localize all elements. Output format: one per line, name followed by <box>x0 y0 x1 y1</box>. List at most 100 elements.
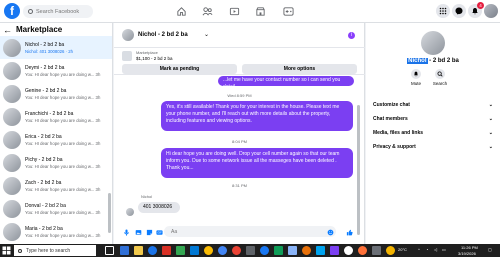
app-icon[interactable] <box>274 246 283 255</box>
mute-button[interactable] <box>411 69 421 79</box>
clock-date[interactable]: 3/19/2026 <box>458 251 476 256</box>
avatar[interactable] <box>122 29 134 41</box>
app-icon[interactable] <box>162 246 171 255</box>
home-icon[interactable] <box>174 4 188 18</box>
app-icon[interactable] <box>344 246 353 255</box>
conversation-name: Erica - 2 bd 2 ba <box>25 133 62 140</box>
conversation-item[interactable]: Nichol - 2 bd 2 ba Nichol: 401 3008026 · … <box>0 36 112 59</box>
messenger-icon[interactable] <box>452 4 466 18</box>
message-bubble: Hi dear hope you are doing well. Drop yo… <box>161 148 353 178</box>
conversation-preview: Nichol: 401 3008026 · 2h <box>25 48 74 54</box>
listing-thumbnail[interactable] <box>122 51 132 61</box>
image-icon[interactable] <box>134 228 142 236</box>
conversation-preview: You: HI dear hope you are doing w... 3h <box>25 94 101 100</box>
avatar <box>3 199 21 218</box>
avatar[interactable] <box>421 31 445 55</box>
battery-icon[interactable]: ▭ <box>442 247 446 252</box>
file-explorer-icon[interactable] <box>134 246 143 255</box>
temperature[interactable]: 20°C <box>398 247 407 252</box>
conversation-item[interactable]: Deymi - 2 bd 2 ba You: HI dear hope you a… <box>0 59 112 82</box>
listing-banner: Marketplace $1,100 - 2 bd 2 ba Mark as p… <box>114 48 365 75</box>
customize-chat-section[interactable]: Customize chat ⌄ <box>373 99 493 111</box>
contact-name-rest: - 2 bd 2 ba <box>427 58 459 64</box>
app-icon[interactable] <box>232 246 241 255</box>
chat-scrollbar[interactable] <box>357 105 360 235</box>
section-label: Chat members <box>373 116 408 122</box>
weather-icon[interactable] <box>386 246 395 255</box>
menu-grid-icon[interactable] <box>436 4 450 18</box>
mic-icon[interactable] <box>122 228 130 236</box>
chat-header: Nichol - 2 bd 2 ba ⌄ i <box>114 23 365 48</box>
app-icon[interactable] <box>260 246 269 255</box>
app-icon[interactable] <box>204 246 213 255</box>
chevron-down-icon[interactable]: ⌄ <box>204 31 209 38</box>
app-icon[interactable] <box>330 246 339 255</box>
mark-pending-button[interactable]: Mark as pending <box>122 64 237 74</box>
watch-icon[interactable] <box>227 4 241 18</box>
notification-center-icon[interactable]: ▢ <box>488 247 492 252</box>
avatar <box>3 38 21 57</box>
app-icon[interactable] <box>372 246 381 255</box>
bell-icon <box>414 71 418 77</box>
gif-icon[interactable]: GIF <box>155 228 163 236</box>
media-files-section[interactable]: Media, files and links ⌄ <box>373 127 493 139</box>
conversation-item[interactable]: Erica - 2 bd 2 ba You: HI dear hope you a… <box>0 128 112 151</box>
privacy-support-section[interactable]: Privacy & support ⌄ <box>373 141 493 153</box>
timestamp: Wed 8:59 PM <box>227 93 252 98</box>
notification-badge: 4 <box>477 2 484 9</box>
notifications-icon[interactable]: 4 <box>468 2 484 18</box>
conversation-preview: You: HI dear hope you are doing w... 3h <box>25 209 101 215</box>
tray-chevron-icon[interactable]: ^ <box>418 247 420 252</box>
svg-text:GIF: GIF <box>157 230 162 234</box>
marketplace-icon[interactable] <box>253 4 267 18</box>
app-icon[interactable] <box>302 246 311 255</box>
back-arrow-icon[interactable]: ← <box>3 25 12 35</box>
gaming-icon[interactable] <box>281 4 295 18</box>
more-options-button[interactable]: More options <box>242 64 357 74</box>
like-icon[interactable] <box>345 228 353 236</box>
conversation-item[interactable]: Franchichi - 2 bd 2 ba You: HI dear hope … <box>0 105 112 128</box>
sticker-icon[interactable] <box>145 228 153 236</box>
account-avatar[interactable] <box>484 4 498 18</box>
search-in-chat-button[interactable] <box>435 69 445 79</box>
app-icon[interactable] <box>358 246 367 255</box>
chrome-icon[interactable] <box>148 246 157 255</box>
info-icon[interactable]: i <box>348 32 355 39</box>
network-icon[interactable]: ◔ <box>426 247 428 252</box>
conversation-name: Zach - 2 bd 2 ba <box>25 179 62 186</box>
emoji-icon[interactable] <box>326 228 334 236</box>
search-icon <box>18 248 22 253</box>
listing-price[interactable]: $1,100 - 2 bd 2 ba <box>136 56 173 61</box>
app-icon[interactable] <box>176 246 185 255</box>
avatar <box>3 107 21 126</box>
app-icon[interactable] <box>288 246 297 255</box>
avatar <box>126 208 134 216</box>
friends-icon[interactable] <box>200 4 214 18</box>
chat-members-section[interactable]: Chat members ⌄ <box>373 113 493 125</box>
conversation-item[interactable]: Donval - 2 bd 2 ba You: HI dear hope you … <box>0 197 112 220</box>
sender-name: Nichol <box>141 194 153 199</box>
app-icon[interactable] <box>246 246 255 255</box>
message-input[interactable] <box>164 226 336 237</box>
app-icon[interactable] <box>316 246 325 255</box>
facebook-logo[interactable]: f <box>4 3 20 19</box>
sidebar-scrollbar[interactable] <box>108 193 111 233</box>
store-icon[interactable] <box>190 246 199 255</box>
conversation-item[interactable]: Pichy - 2 bd 2 ba You: HI dear hope you a… <box>0 151 112 174</box>
clock-time[interactable]: 11:26 PM <box>461 245 478 250</box>
conversation-item[interactable]: Zach - 2 bd 2 ba You: HI dear hope you ar… <box>0 174 112 197</box>
chat-title[interactable]: Nichol - 2 bd 2 ba <box>138 32 188 38</box>
conversation-item[interactable]: Maria - 2 bd 2 ba You: HI dear hope you a… <box>0 220 112 243</box>
timestamp: 8:04 PM <box>232 139 247 144</box>
conversation-item[interactable]: Genine - 2 bd 2 ba You: HI dear hope you … <box>0 82 112 105</box>
message-bubble: ...let me have your contact number so i … <box>218 76 354 90</box>
volume-icon[interactable]: ◁ <box>434 247 437 252</box>
conversation-details-panel: Nichol - 2 bd 2 ba Mute Search Customize… <box>366 23 500 244</box>
edge-icon[interactable] <box>120 246 129 255</box>
task-view-icon[interactable] <box>105 246 114 255</box>
taskbar-search[interactable]: Type here to search <box>14 245 96 256</box>
windows-start-icon[interactable] <box>2 246 11 255</box>
search-input[interactable] <box>36 5 91 18</box>
chrome-icon[interactable] <box>218 246 227 255</box>
search-box[interactable] <box>23 5 93 18</box>
